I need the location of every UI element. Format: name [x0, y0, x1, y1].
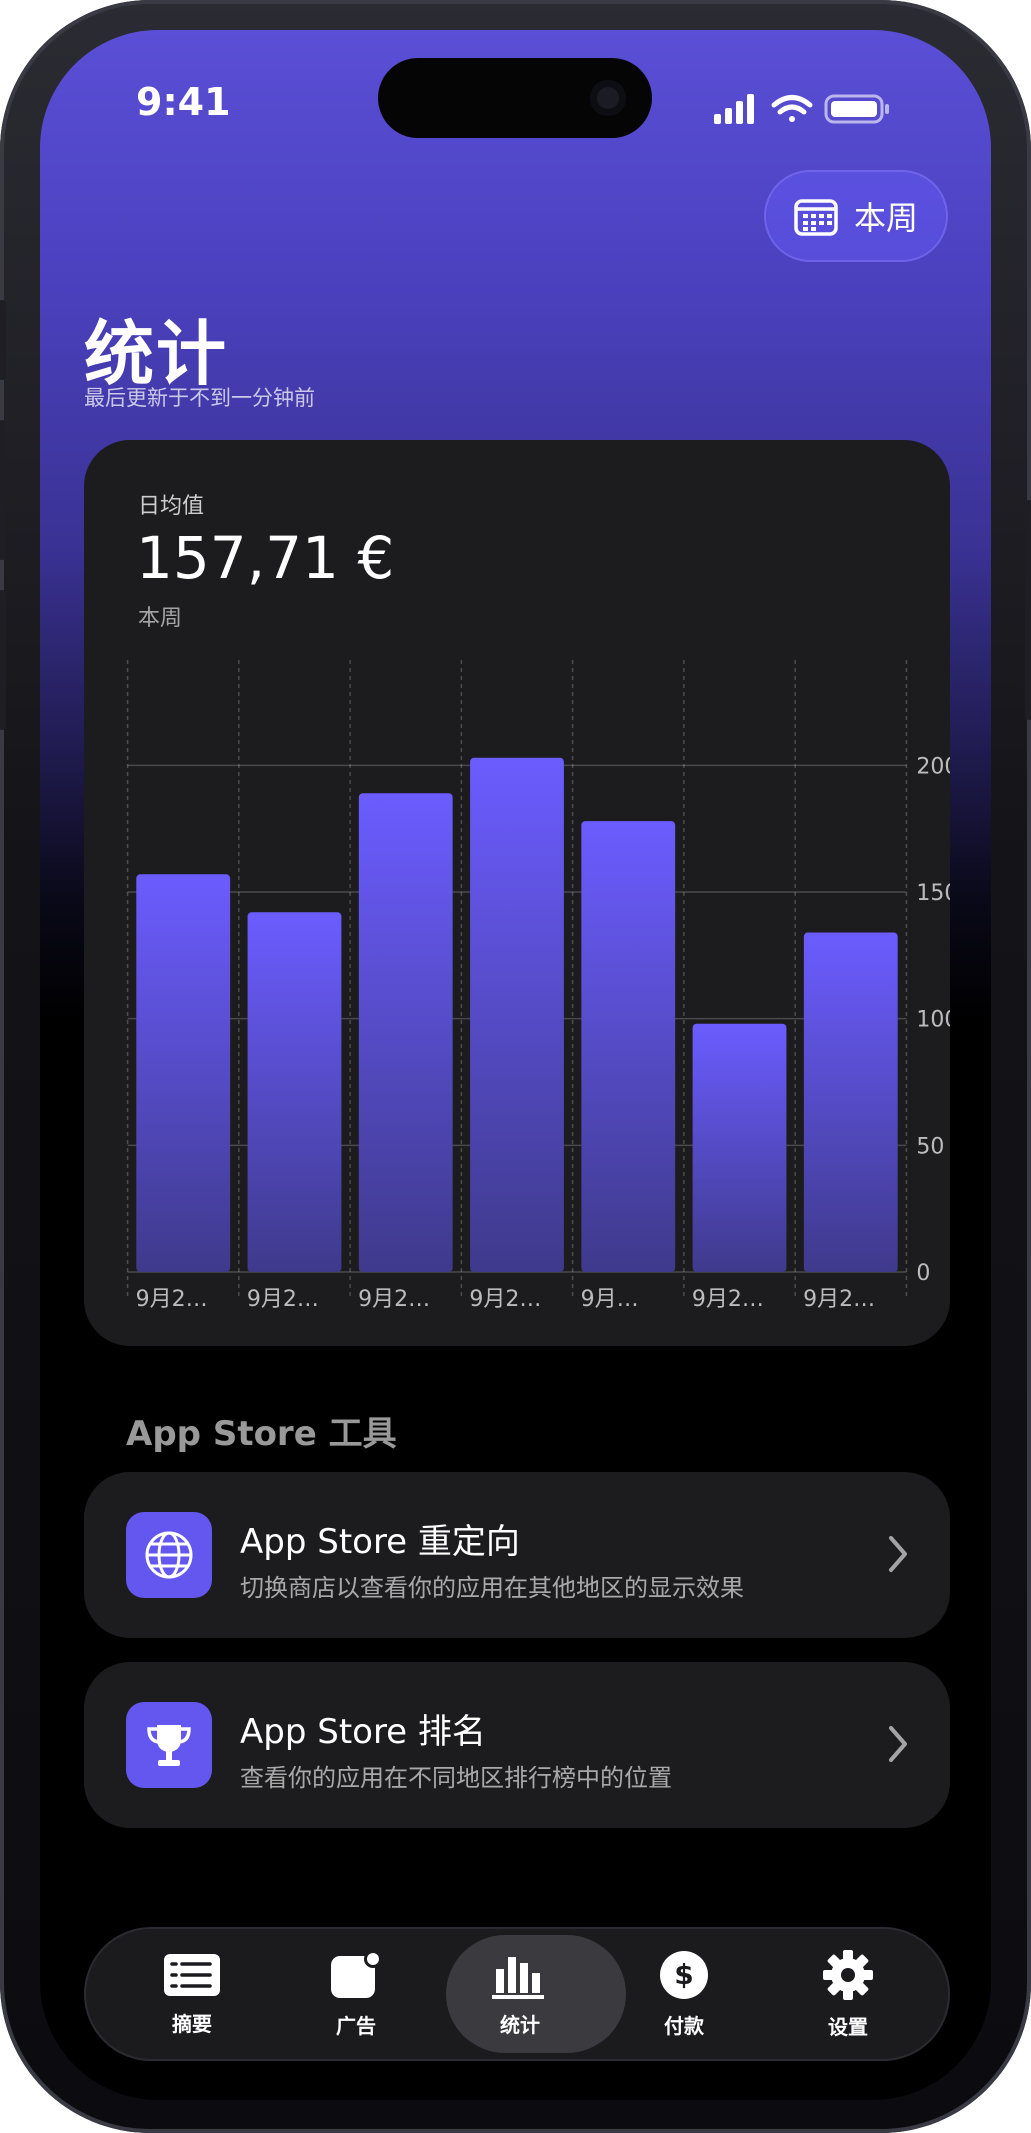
- dollar-icon: $: [660, 1950, 708, 1999]
- tab-bar: 摘要 广告 统计 $ 付款 设置: [84, 1927, 950, 2061]
- trophy-icon: [126, 1702, 212, 1788]
- chart-x-tick-label: 9月2…: [358, 1287, 430, 1312]
- chart-x-tick-label: 9月2…: [803, 1287, 875, 1312]
- chart-x-tick-label: 9月2…: [247, 1287, 319, 1312]
- status-icons: [714, 94, 889, 124]
- chart-bar[interactable]: [470, 757, 564, 1272]
- tab-payments-label: 付款: [664, 2013, 704, 2038]
- tab-stats-label: 统计: [500, 2012, 540, 2037]
- period-selector-label: 本周: [853, 199, 918, 237]
- daily-revenue-chart: 0 50 100 150 200 9月2… 9月2… 9月2… 9月2… 9月… 9月2… 9月2…: [126, 660, 950, 1312]
- redirect-subtitle: 切换商店以查看你的应用在其他地区的显示效果: [240, 1574, 744, 1602]
- app-store-redirect-row[interactable]: App Store 重定向 切换商店以查看你的应用在其他地区的显示效果: [84, 1472, 950, 1638]
- mute-switch: [0, 300, 6, 380]
- chart-y-tick-label: 50: [916, 1134, 944, 1159]
- wifi-icon: [771, 95, 813, 122]
- signal-icon: [714, 94, 754, 124]
- ranking-title: App Store 排名: [240, 1712, 486, 1752]
- tab-summary[interactable]: 摘要: [112, 1927, 272, 2061]
- redirect-title: App Store 重定向: [240, 1522, 520, 1562]
- camera-icon: [590, 80, 626, 116]
- app-store-ranking-row[interactable]: App Store 排名 查看你的应用在不同地区排行榜中的位置: [84, 1662, 950, 1828]
- tab-settings-label: 设置: [828, 2014, 868, 2039]
- power-button: [1025, 500, 1031, 720]
- chart-bar[interactable]: [692, 1023, 787, 1272]
- chart-y-tick-label: 100: [916, 1008, 950, 1033]
- chart-bar[interactable]: [136, 874, 231, 1272]
- daily-average-label: 日均值: [138, 494, 205, 519]
- period-selector-button[interactable]: 本周: [764, 170, 948, 262]
- dynamic-island: [378, 58, 652, 138]
- tab-stats[interactable]: 统计: [440, 1927, 626, 2061]
- list-icon: [164, 1953, 220, 1996]
- ranking-subtitle: 查看你的应用在不同地区排行榜中的位置: [240, 1764, 672, 1792]
- chevron-right-icon: [889, 1726, 907, 1762]
- chart-bar[interactable]: [581, 821, 676, 1272]
- ads-icon: [331, 1949, 382, 1998]
- status-time: 9:41: [136, 80, 231, 124]
- tab-settings[interactable]: 设置: [768, 1927, 928, 2061]
- volume-down-button: [0, 590, 6, 730]
- screen: 9:41 本周 统计 最后更新于不到一分钟前 日均值 157,71 € 本周 0…: [40, 30, 991, 2100]
- tab-summary-label: 摘要: [172, 2011, 212, 2036]
- chart-x-tick-label: 9月2…: [469, 1287, 541, 1312]
- chart-bar[interactable]: [358, 793, 453, 1272]
- phone-frame: 9:41 本周 统计 最后更新于不到一分钟前 日均值 157,71 € 本周 0…: [0, 0, 1031, 2133]
- daily-average-period: 本周: [138, 606, 183, 631]
- chart-x-tick-label: 9月2…: [692, 1287, 764, 1312]
- tab-ads-label: 广告: [336, 2013, 376, 2038]
- chart-bar[interactable]: [803, 932, 898, 1272]
- svg-text:$: $: [674, 1958, 693, 1991]
- volume-up-button: [0, 420, 6, 560]
- battery-icon: [824, 94, 889, 124]
- chevron-right-icon: [889, 1536, 907, 1572]
- chart-x-tick-label: 9月2…: [136, 1287, 208, 1312]
- gear-icon: [823, 1949, 873, 2000]
- tab-payments[interactable]: $ 付款: [604, 1927, 764, 2061]
- chart-y-tick-label: 150: [916, 881, 950, 906]
- tab-ads[interactable]: 广告: [276, 1927, 436, 2061]
- tools-section-title: App Store 工具: [126, 1414, 397, 1454]
- globe-icon: [126, 1512, 212, 1598]
- chart-y-tick-label: 200: [916, 754, 950, 779]
- chart-icon: [492, 1956, 544, 1999]
- daily-average-value: 157,71 €: [136, 524, 395, 592]
- chart-x-tick-label: 9月…: [581, 1287, 639, 1312]
- chart-bar[interactable]: [247, 912, 342, 1272]
- chart-y-tick-label: 0: [916, 1261, 930, 1286]
- calendar-icon: [794, 199, 838, 236]
- last-updated-text: 最后更新于不到一分钟前: [84, 386, 315, 410]
